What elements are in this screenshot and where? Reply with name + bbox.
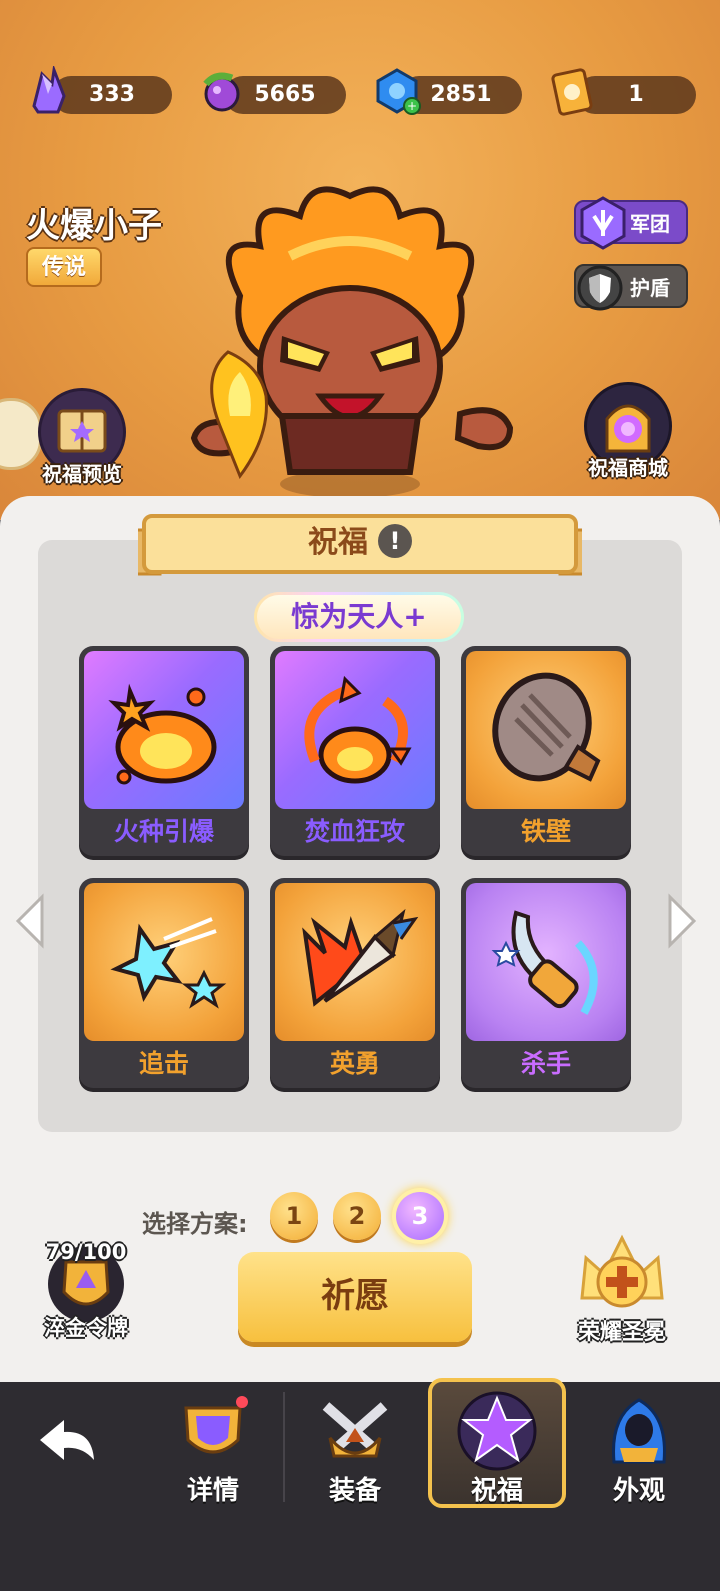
nav-label: 详情: [186, 1476, 239, 1506]
gold-medal-button[interactable]: 79/100 淬金令牌: [36, 1238, 136, 1342]
medal-progress: 79/100: [45, 1240, 127, 1264]
currency-ticket[interactable]: 1: [548, 68, 696, 116]
blessing-preview-button[interactable]: 祝福预览: [30, 388, 134, 487]
plan-option-2[interactable]: 2: [333, 1192, 381, 1240]
card-name: 火种引爆: [113, 817, 214, 846]
pursuit-star-icon: [110, 917, 227, 1009]
fire-cycle-icon: [304, 675, 412, 784]
card-art: [466, 883, 626, 1041]
medal-label: 淬金令牌: [44, 1316, 128, 1340]
potion-icon: [203, 72, 240, 112]
blessing-shop-label: 祝福商城: [588, 456, 668, 480]
card-name: 杀手: [520, 1049, 571, 1078]
back-arrow-icon[interactable]: [36, 1416, 98, 1468]
blessing-card[interactable]: 追击: [79, 878, 249, 1088]
nav-label: 装备: [328, 1476, 381, 1506]
brave-arrow-icon: [302, 908, 419, 1007]
info-icon[interactable]: !: [378, 523, 412, 558]
card-name: 追击: [138, 1049, 189, 1078]
nav-divider: [283, 1392, 285, 1502]
iron-shield-icon: [492, 672, 601, 782]
nav-equipment[interactable]: 装备: [290, 1392, 420, 1508]
card-name: 焚血狂攻: [304, 817, 405, 846]
legion-icon: [580, 196, 626, 250]
nav-details[interactable]: 详情: [148, 1392, 278, 1508]
blessing-card[interactable]: 铁壁: [461, 646, 631, 856]
nav-label: 祝福: [470, 1476, 523, 1506]
blue-gem-icon: +: [376, 68, 421, 115]
blessing-title: 祝福!: [138, 512, 582, 580]
card-name: 英勇: [329, 1049, 380, 1078]
currency-gem[interactable]: 2851 +: [372, 68, 522, 116]
card-art: [275, 883, 435, 1041]
card-name: 铁壁: [520, 817, 571, 846]
plan-option-3[interactable]: 3: [396, 1192, 444, 1240]
card-art: [275, 651, 435, 809]
svg-text:+: +: [407, 99, 417, 113]
currency-crystal[interactable]: 333: [24, 66, 172, 116]
shield-label: 护盾: [630, 276, 670, 300]
ticket-card-icon: [551, 68, 593, 116]
legion-button[interactable]: 军团: [574, 196, 688, 250]
card-art: [84, 883, 244, 1041]
killer-blade-icon: [491, 910, 598, 1015]
hooded-figure-icon: [612, 1398, 666, 1464]
shield-icon: [577, 265, 623, 311]
plan-label: 选择方案:: [142, 1210, 248, 1238]
crossed-swords-icon: [322, 1402, 388, 1458]
blessing-title-text: 祝福: [308, 525, 368, 560]
card-art: [84, 651, 244, 809]
blessing-tier-text: 惊为天人+: [257, 595, 461, 639]
helmet-icon: [184, 1396, 248, 1454]
crystal-icon: [32, 66, 66, 114]
nav-label: 外观: [612, 1476, 665, 1506]
blessing-card[interactable]: 火种引爆: [79, 646, 249, 856]
rarity-badge: 传说: [26, 247, 102, 287]
legion-label: 军团: [630, 212, 670, 236]
nav-appearance[interactable]: 外观: [574, 1392, 704, 1508]
shield-button[interactable]: 护盾: [574, 264, 688, 311]
blessing-card[interactable]: 焚血狂攻: [270, 646, 440, 856]
previous-page-arrow-icon[interactable]: [12, 893, 48, 949]
card-art: [466, 651, 626, 809]
honor-label: 荣耀圣冕: [577, 1320, 666, 1345]
fire-burst-icon: [108, 683, 217, 785]
blessing-card[interactable]: 杀手: [461, 878, 631, 1088]
next-page-arrow-icon[interactable]: [664, 893, 700, 949]
wish-button[interactable]: 祈愿: [238, 1252, 472, 1342]
honor-crown-button[interactable]: 荣耀圣冕: [562, 1228, 682, 1346]
plan-option-1[interactable]: 1: [270, 1192, 318, 1240]
blessing-card[interactable]: 英勇: [270, 878, 440, 1088]
blessing-shop-button[interactable]: 祝福商城: [576, 382, 680, 481]
currency-potion[interactable]: 5665: [196, 72, 346, 116]
hero-name: 火爆小子: [26, 206, 162, 246]
blessing-star-icon: [457, 1391, 537, 1471]
blessing-tier-badge: 惊为天人+: [254, 592, 464, 642]
hero-character: [190, 186, 514, 498]
crown-plus-icon: [580, 1234, 664, 1308]
blessing-preview-label: 祝福预览: [42, 462, 122, 486]
nav-blessing[interactable]: 祝福: [428, 1378, 566, 1508]
